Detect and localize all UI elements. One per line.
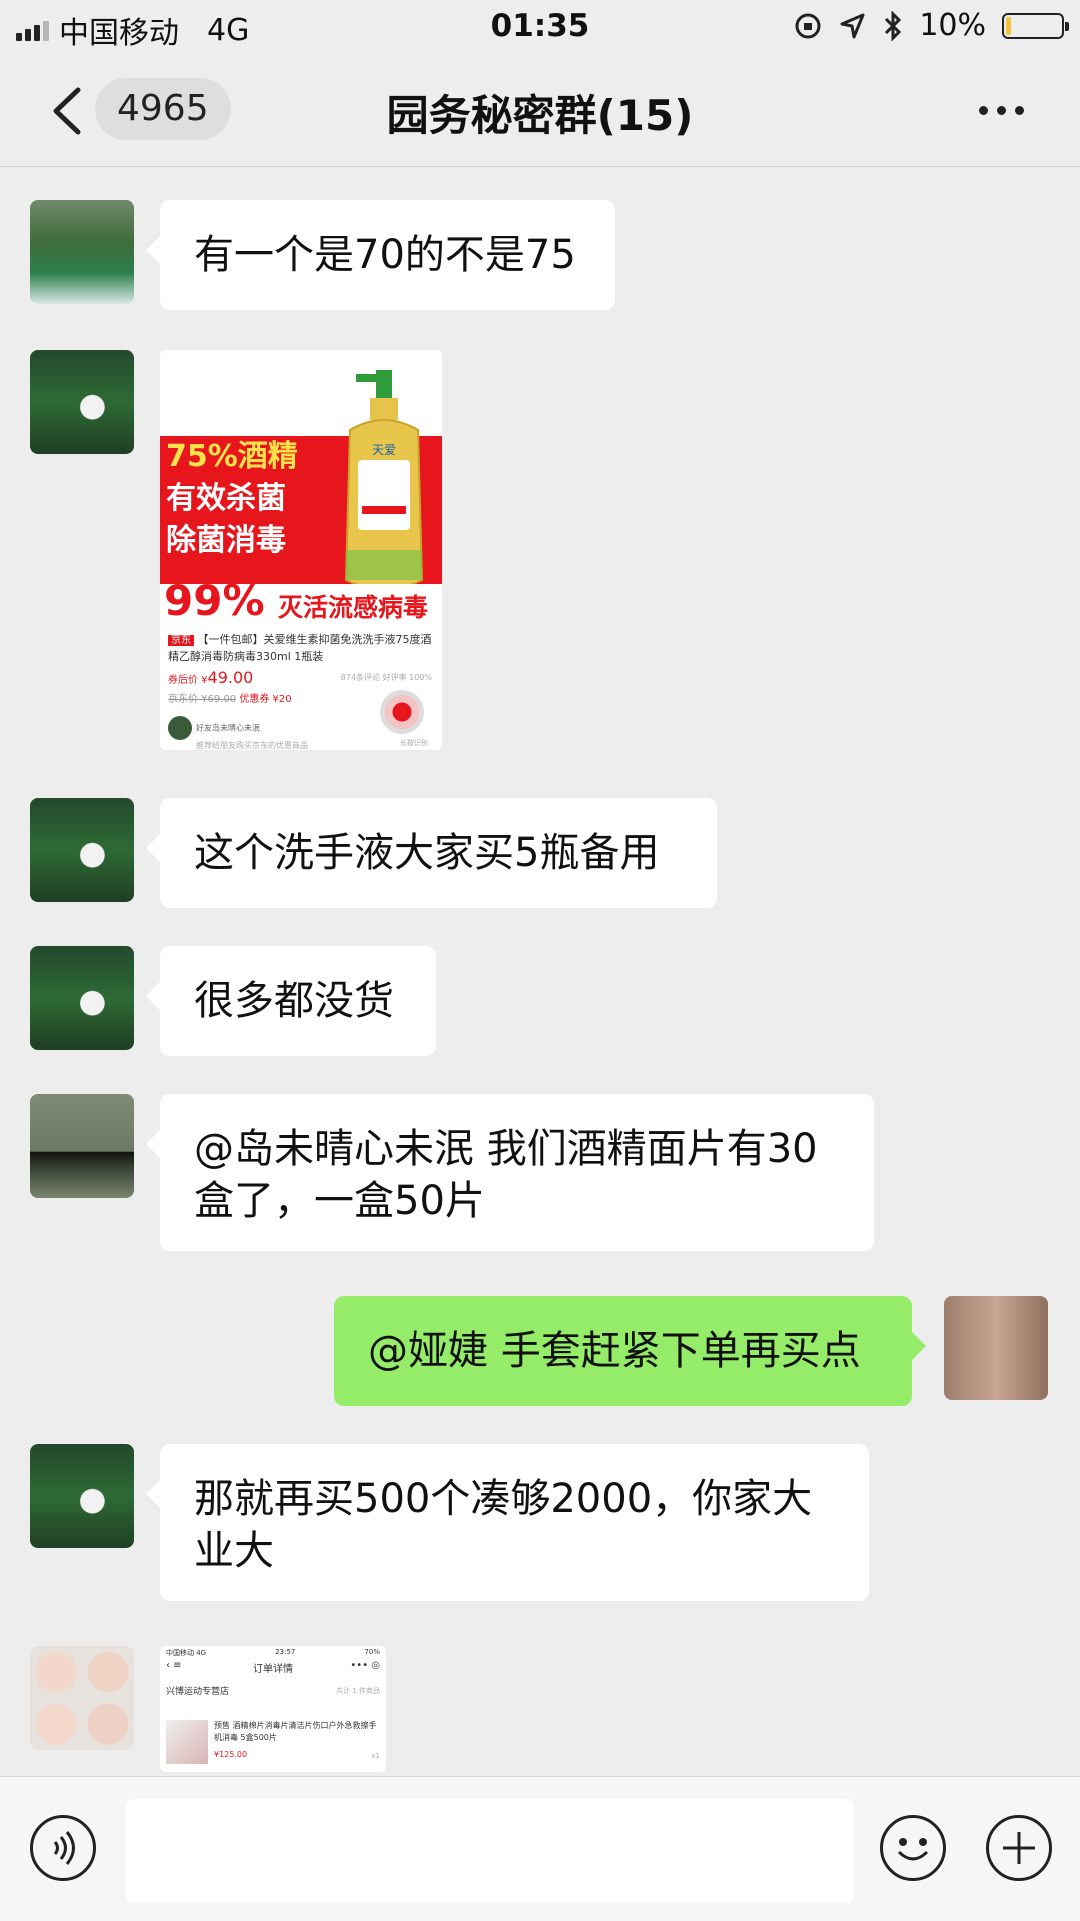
coupon: 优惠券 ¥20 [239, 694, 292, 705]
bluetooth-icon [885, 10, 902, 41]
message-text: @娅婕 手套赶紧下单再买点 [368, 1328, 861, 1374]
emoji-button[interactable] [880, 1815, 946, 1881]
message-bubble-mine[interactable]: @娅婕 手套赶紧下单再买点 [334, 1296, 926, 1406]
item-thumbnail [166, 1720, 208, 1764]
product-price: 券后价 ¥49.00 [168, 668, 253, 687]
message-input[interactable] [126, 1799, 854, 1903]
product-title: 【一件包邮】关爱维生素抑菌免洗洗手液75度酒精乙醇消毒防病毒330ml 1瓶装 [168, 633, 432, 663]
more-functions-button[interactable] [986, 1815, 1052, 1881]
message-text: 有一个是70的不是75 [194, 232, 576, 278]
input-bar [0, 1776, 1080, 1921]
order-screenshot-message[interactable]: 中国移动 4G 23:57 70% ‹ ≡ 订单详情 ••• ◎ 兴博运动专营店… [160, 1646, 386, 1772]
shop-name: 兴博运动专营店 [166, 1687, 230, 1697]
rotation-lock-icon [795, 13, 821, 38]
message-bubble[interactable]: 有一个是70的不是75 [146, 200, 615, 310]
message-bubble[interactable]: 这个洗手液大家买5瓶备用 [146, 798, 717, 908]
order-battery: 70% [364, 1648, 380, 1656]
jd-tag: 京东 [168, 635, 194, 646]
plus-icon [1003, 1832, 1035, 1864]
status-right: 10% [793, 8, 1069, 43]
sharer-name: 好友岛未晴心未泯 [196, 723, 260, 733]
status-bar: 中国移动 4G 01:35 10% [0, 0, 1080, 56]
back-icon: ‹ ≡ [166, 1660, 182, 1671]
promo-headline: 75%酒精 有效杀菌 除菌消毒 [166, 436, 326, 562]
item-count: 共计 1 件商品 [336, 1687, 380, 1695]
product-description: 京东 【一件包邮】关爱维生素抑菌免洗洗手液75度酒精乙醇消毒防病毒330ml 1… [168, 632, 438, 665]
share-info: 好友岛未晴心未泯 推荐给朋友购买京东的优惠商品 [168, 716, 308, 750]
more-options-icon[interactable] [979, 106, 1024, 115]
product-rating: 874条评论 好评率 100% [340, 673, 432, 682]
message-text: 那就再买500个凑够2000，你家大业大 [194, 1476, 813, 1574]
promo-line-1: 75%酒精 [166, 439, 298, 474]
location-icon [840, 13, 865, 38]
avatar[interactable] [30, 946, 134, 1050]
product-image-message[interactable]: 75%酒精 有效杀菌 除菌消毒 天爱 99% 灭活流感病毒 京东 【一件包邮】关… [160, 350, 442, 750]
avatar[interactable] [30, 798, 134, 902]
promo-tagline: 灭活流感病毒 [278, 593, 429, 622]
battery-percent: 10% [919, 8, 986, 43]
original-price: 京东价 ¥69.00 优惠券 ¥20 [168, 690, 292, 705]
item-price: ¥125.00 [214, 1750, 248, 1759]
avatar[interactable] [30, 350, 134, 454]
bottle-brand: 天爱 [372, 443, 396, 457]
qr-code [380, 690, 424, 734]
message-bubble[interactable]: 那就再买500个凑够2000，你家大业大 [146, 1444, 869, 1601]
battery-icon [1002, 12, 1069, 39]
order-title: 订单详情 [253, 1664, 293, 1675]
emoji-icon [897, 1838, 929, 1861]
message-text: 这个洗手液大家买5瓶备用 [194, 830, 660, 876]
message-text: @岛未晴心未泯 我们酒精面片有30盒了，一盒50片 [194, 1126, 818, 1224]
order-time: 23:57 [275, 1648, 296, 1656]
order-status-bar: 中国移动 4G 23:57 70% [166, 1648, 380, 1658]
avatar[interactable] [30, 1444, 134, 1548]
order-carrier: 中国移动 4G [166, 1649, 207, 1657]
promo-line-2: 有效杀菌 [166, 481, 286, 516]
my-avatar[interactable] [944, 1296, 1048, 1400]
old-price: 京东价 ¥69.00 [168, 694, 237, 705]
promo-line-3: 除菌消毒 [166, 523, 286, 558]
sharer-avatar [168, 716, 192, 740]
hand-sanitizer-bottle-image: 天爱 [344, 370, 424, 590]
more-icon: ••• ◎ [350, 1660, 380, 1671]
voice-input-button[interactable] [30, 1815, 96, 1881]
item-title: 预售 酒精棉片消毒片清洁片伤口户外急救擦手机消毒 5盒500片 [214, 1721, 377, 1742]
avatar[interactable] [30, 200, 134, 304]
promo-percent: 99% [164, 576, 265, 625]
chat-header: 4965 园务秘密群(15) [0, 56, 1080, 167]
order-nav: ‹ ≡ 订单详情 ••• ◎ [166, 1660, 380, 1675]
message-bubble[interactable]: 很多都没货 [146, 946, 436, 1056]
voice-icon [53, 1831, 75, 1865]
price-label: 券后价 ¥ [168, 675, 208, 686]
avatar[interactable] [30, 1094, 134, 1198]
item-qty: x1 [371, 1752, 380, 1760]
share-subtitle: 推荐给朋友购买京东的优惠商品 [196, 741, 308, 750]
chat-title: 园务秘密群(15) [386, 91, 694, 140]
avatar[interactable] [30, 1646, 134, 1750]
price-value: 49.00 [207, 668, 254, 687]
message-bubble[interactable]: @岛未晴心未泯 我们酒精面片有30盒了，一盒50片 [146, 1094, 874, 1251]
message-text: 很多都没货 [194, 978, 394, 1024]
qr-label: 长按识别 [400, 739, 428, 747]
